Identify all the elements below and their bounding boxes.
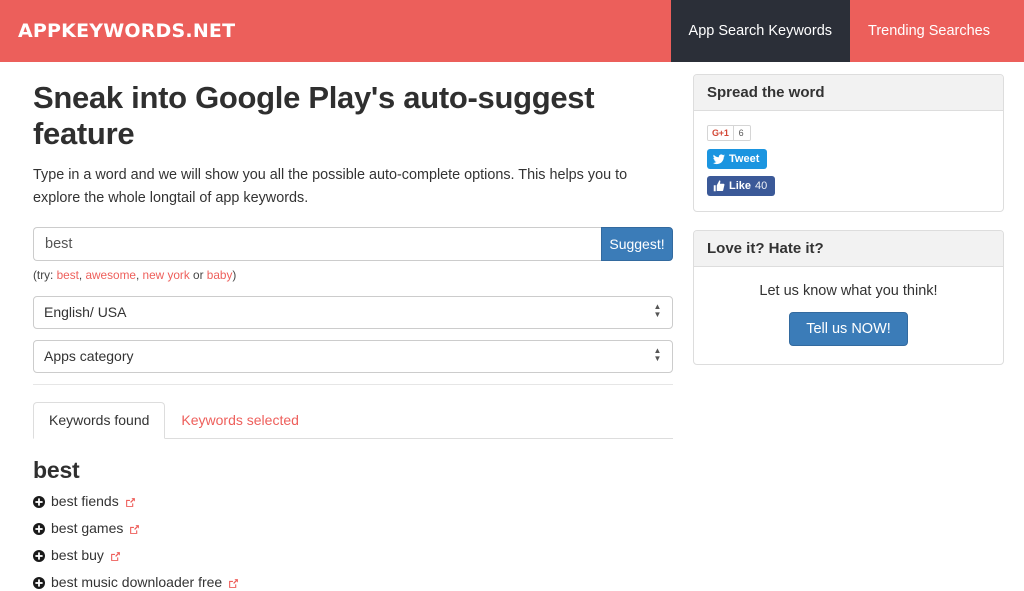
- category-select-wrapper: Apps category ▲ ▼: [33, 339, 673, 373]
- keyword-label: best fiends: [51, 492, 119, 509]
- keyword-label: best music downloader free: [51, 573, 223, 590]
- try-examples: (try: best, awesome, new york or baby): [33, 268, 670, 282]
- plus-circle-icon[interactable]: [33, 522, 45, 535]
- keyword-group: best best fiends best games best buy bes…: [33, 457, 670, 591]
- tab-keywords-found[interactable]: Keywords found: [33, 401, 166, 439]
- gplus-count: 6: [732, 126, 750, 140]
- gplus-row: G+1 6: [707, 123, 990, 149]
- like-count: 40: [755, 180, 768, 192]
- try-link-best[interactable]: best: [57, 268, 79, 282]
- try-link-new-york[interactable]: new york: [143, 268, 190, 282]
- sidebar-column: Spread the word G+1 6 Tweet Like 40 Love…: [690, 62, 1024, 591]
- like-row: Like 40: [707, 176, 990, 197]
- results-tabs: Keywords found Keywords selected: [33, 401, 673, 439]
- keyword-row: best fiends: [33, 493, 670, 509]
- try-link-baby[interactable]: baby: [207, 268, 233, 282]
- like-label: Like: [729, 180, 752, 192]
- category-select[interactable]: Apps category: [33, 339, 673, 373]
- keyword-label: best games: [51, 519, 124, 536]
- search-form: Suggest!: [33, 226, 673, 261]
- tell-us-now-button[interactable]: Tell us NOW!: [789, 312, 908, 346]
- feedback-panel: Love it? Hate it? Let us know what you t…: [693, 230, 1004, 365]
- external-link-icon[interactable]: [110, 549, 121, 562]
- try-prefix: (try:: [33, 267, 57, 282]
- external-link-icon[interactable]: [125, 495, 136, 508]
- keyword-row: best music downloader free: [33, 574, 670, 590]
- page-body: Sneak into Google Play's auto-suggest fe…: [0, 62, 1024, 591]
- nav-item-trending-searches[interactable]: Trending Searches: [850, 0, 1008, 62]
- tweet-label: Tweet: [729, 153, 760, 165]
- tweet-row: Tweet: [707, 149, 990, 176]
- tweet-button[interactable]: Tweet: [707, 149, 768, 169]
- twitter-bird-icon: [713, 153, 725, 164]
- spread-the-word-body: G+1 6 Tweet Like 40: [694, 111, 1003, 211]
- nav-item-app-search-keywords[interactable]: App Search Keywords: [670, 0, 851, 62]
- gplus-icon: G+1: [708, 126, 733, 140]
- site-logo[interactable]: APPKEYWORDS.NET: [18, 20, 235, 42]
- keyword-label: best buy: [51, 546, 104, 563]
- language-select-wrapper: English/ USA ▲ ▼: [33, 295, 673, 329]
- try-conjunction: or: [189, 267, 207, 282]
- plus-circle-icon[interactable]: [33, 549, 45, 562]
- suggest-button[interactable]: Suggest!: [601, 226, 673, 261]
- keyword-group-heading: best: [33, 456, 80, 483]
- keyword-row: best games: [33, 520, 670, 536]
- thumbs-up-icon: [713, 180, 725, 192]
- main-column: Sneak into Google Play's auto-suggest fe…: [0, 62, 690, 591]
- page-title: Sneak into Google Play's auto-suggest fe…: [33, 80, 595, 151]
- spread-the-word-panel: Spread the word G+1 6 Tweet Like 40: [693, 74, 1004, 212]
- feedback-button-wrapper: Tell us NOW!: [707, 312, 990, 350]
- google-plus-one-button[interactable]: G+1 6: [707, 125, 751, 141]
- keyword-row: best buy: [33, 547, 670, 563]
- feedback-title: Love it? Hate it?: [694, 231, 1003, 267]
- plus-circle-icon[interactable]: [33, 495, 45, 508]
- external-link-icon[interactable]: [228, 576, 239, 589]
- page-intro: Type in a word and we will show you all …: [33, 167, 628, 206]
- try-link-awesome[interactable]: awesome: [85, 268, 136, 282]
- keyword-search-input[interactable]: [33, 226, 601, 261]
- spread-the-word-title: Spread the word: [694, 75, 1003, 111]
- facebook-like-button[interactable]: Like 40: [707, 176, 776, 196]
- feedback-body: Let us know what you think! Tell us NOW!: [694, 267, 1003, 364]
- feedback-text: Let us know what you think!: [759, 283, 938, 299]
- main-nav: App Search Keywords Trending Searches: [670, 0, 1008, 62]
- external-link-icon[interactable]: [129, 522, 140, 535]
- tab-keywords-selected[interactable]: Keywords selected: [165, 402, 315, 439]
- section-divider: [33, 383, 673, 385]
- plus-circle-icon[interactable]: [33, 576, 45, 589]
- language-select[interactable]: English/ USA: [33, 295, 673, 329]
- try-suffix: ): [232, 267, 237, 282]
- site-header: APPKEYWORDS.NET App Search Keywords Tren…: [0, 0, 1024, 62]
